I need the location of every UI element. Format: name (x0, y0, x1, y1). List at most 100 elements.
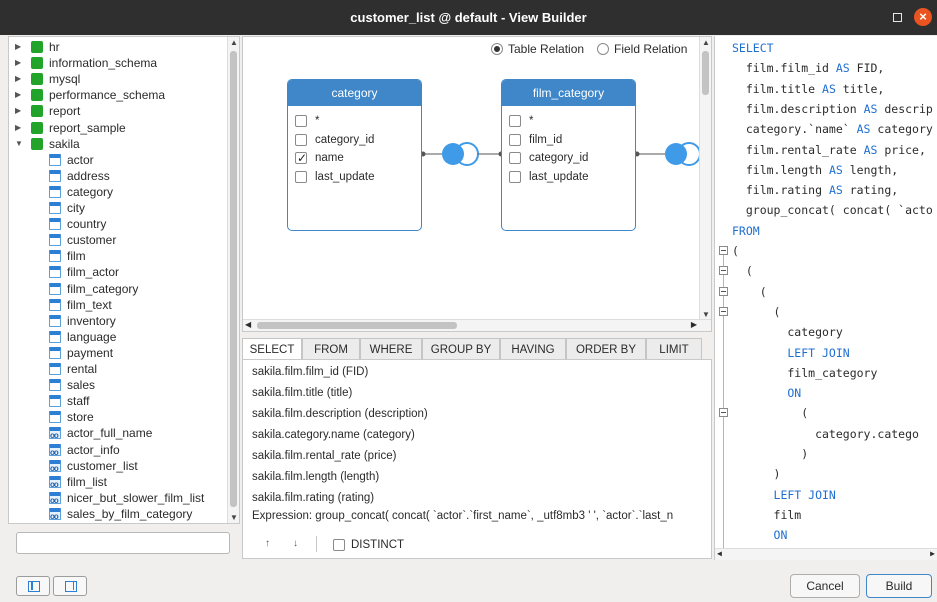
checkbox-icon[interactable] (295, 115, 307, 127)
tree-db-label: sakila (49, 136, 80, 151)
expression-row[interactable]: Expression: group_concat( concat( `actor… (252, 510, 673, 522)
move-up-icon[interactable]: ↑ (265, 538, 270, 549)
chevron-right-icon[interactable]: ▶ (15, 120, 25, 136)
tab-order-by[interactable]: ORDER BY (566, 338, 646, 360)
tree-table-item[interactable]: country (49, 216, 229, 232)
select-item[interactable]: sakila.film.rating (rating) (252, 490, 374, 506)
tree-table-item[interactable]: city (49, 200, 229, 216)
select-item[interactable]: sakila.category.name (category) (252, 427, 415, 443)
tree-db-item[interactable]: ▶ mysql (15, 71, 225, 87)
tab-limit[interactable]: LIMIT (646, 338, 702, 360)
tree-filter-input[interactable] (16, 532, 230, 554)
scroll-thumb[interactable] (702, 51, 709, 95)
tab-from[interactable]: FROM (302, 338, 360, 360)
tree-db-item[interactable]: ▶ report (15, 103, 225, 119)
scroll-up-icon[interactable]: ▲ (702, 38, 710, 47)
chevron-right-icon[interactable]: ▶ (15, 87, 25, 103)
fold-toggle-icon[interactable] (719, 286, 728, 296)
tree-table-item[interactable]: actor (49, 152, 229, 168)
tree-scrollbar[interactable]: ▲ ▼ (227, 37, 239, 523)
sql-text: category.`name` (732, 122, 857, 137)
tree-db-item[interactable]: ▶ hr (15, 39, 225, 55)
sql-preview[interactable]: SELECT film.film_id AS FID, film.title A… (714, 36, 937, 560)
checkbox-icon[interactable] (295, 150, 307, 166)
scroll-thumb[interactable] (230, 51, 237, 507)
chevron-right-icon[interactable]: ▶ (15, 103, 25, 119)
tree-view-item[interactable]: sales_by_film_category (49, 506, 229, 522)
tab-having[interactable]: HAVING (500, 338, 566, 360)
scroll-down-icon[interactable]: ▼ (230, 513, 238, 522)
tree-view-item[interactable]: customer_list (49, 458, 229, 474)
close-button[interactable]: × (914, 8, 932, 26)
select-item[interactable]: sakila.film.description (description) (252, 406, 428, 422)
sql-hscroll[interactable]: ◀ ▶ (715, 548, 937, 560)
tree-view-item[interactable]: actor_info (49, 442, 229, 458)
scroll-left-icon[interactable]: ◀ (245, 320, 251, 329)
checkbox-icon[interactable] (509, 170, 521, 183)
toggle-right-panel-button[interactable] (53, 576, 87, 596)
select-item[interactable]: sakila.film.title (title) (252, 385, 352, 401)
sql-line: category (732, 323, 842, 341)
chevron-right-icon[interactable]: ▶ (15, 71, 25, 87)
checkbox-icon[interactable] (295, 133, 307, 146)
tree-table-item[interactable]: customer (49, 232, 229, 248)
scroll-left-icon[interactable]: ◀ (717, 549, 722, 558)
scroll-right-icon[interactable]: ▶ (691, 320, 697, 329)
tree-table-item[interactable]: film_actor (49, 264, 229, 280)
build-button[interactable]: Build (866, 574, 932, 598)
chevron-right-icon[interactable]: ▶ (15, 39, 25, 55)
tree-table-item[interactable]: sales (49, 377, 229, 393)
fold-toggle-icon[interactable] (719, 266, 728, 276)
tree-table-item[interactable]: language (49, 329, 229, 345)
tree-view-item[interactable]: nicer_but_slower_film_list (49, 490, 229, 506)
tree-table-item[interactable]: rental (49, 361, 229, 377)
tree-db-item[interactable]: ▼ sakila (15, 136, 225, 152)
tree-table-item[interactable]: film_category (49, 281, 229, 297)
select-item[interactable]: sakila.film.length (length) (252, 469, 379, 485)
select-item[interactable]: sakila.film.film_id (FID) (252, 364, 368, 380)
scroll-thumb[interactable] (257, 322, 457, 329)
tab-where[interactable]: WHERE (360, 338, 422, 360)
tree-table-item[interactable]: address (49, 168, 229, 184)
entity-category[interactable]: category * category_id name last_update (287, 79, 422, 231)
chevron-right-icon[interactable]: ▶ (15, 55, 25, 71)
tree-view-item[interactable]: actor_full_name (49, 425, 229, 441)
scroll-down-icon[interactable]: ▼ (702, 310, 710, 319)
sql-text: rating, (842, 183, 899, 198)
fold-toggle-icon[interactable] (719, 246, 728, 255)
toggle-left-panel-button[interactable] (16, 576, 50, 596)
tree-table-item[interactable]: film (49, 248, 229, 264)
tree-table-label: category (67, 184, 114, 199)
tree-db-item[interactable]: ▶ performance_schema (15, 87, 225, 103)
select-item[interactable]: sakila.film.rental_rate (price) (252, 448, 396, 464)
checkbox-icon[interactable] (509, 152, 521, 164)
chevron-down-icon[interactable]: ▼ (15, 136, 25, 152)
scroll-up-icon[interactable]: ▲ (230, 38, 238, 47)
canvas-hscroll[interactable]: ◀ ▶ (243, 319, 711, 331)
maximize-button[interactable] (893, 13, 902, 22)
tree-db-item[interactable]: ▶ information_schema (15, 55, 225, 71)
checkbox-icon[interactable] (509, 133, 521, 146)
fold-toggle-icon[interactable] (719, 408, 728, 418)
canvas-vscroll[interactable]: ▲ ▼ (699, 37, 711, 320)
checkbox-icon[interactable] (295, 170, 307, 183)
tree-table-item[interactable]: inventory (49, 313, 229, 329)
tree-table-item[interactable]: category (49, 184, 229, 200)
tree-table-item[interactable]: film_text (49, 297, 229, 313)
tab-group-by[interactable]: GROUP BY (422, 338, 500, 360)
scroll-right-icon[interactable]: ▶ (930, 549, 935, 558)
move-down-icon[interactable]: ↓ (293, 538, 298, 549)
tab-select[interactable]: SELECT (242, 338, 302, 360)
tree-table-item[interactable]: payment (49, 345, 229, 361)
entity-film-category[interactable]: film_category * film_id category_id last… (501, 79, 636, 231)
tree-view-label: actor_full_name (67, 426, 153, 441)
tree-db-item[interactable]: ▶ report_sample (15, 120, 225, 136)
diagram-canvas[interactable]: Table Relation Field Relation category *… (242, 36, 712, 332)
cancel-button[interactable]: Cancel (790, 574, 860, 598)
checkbox-icon[interactable] (509, 115, 521, 127)
tree-table-item[interactable]: staff (49, 393, 229, 409)
fold-toggle-icon[interactable] (719, 306, 728, 316)
tree-view-item[interactable]: film_list (49, 474, 229, 490)
tree-table-item[interactable]: store (49, 409, 229, 425)
tree-view-label: film_list (67, 474, 108, 489)
